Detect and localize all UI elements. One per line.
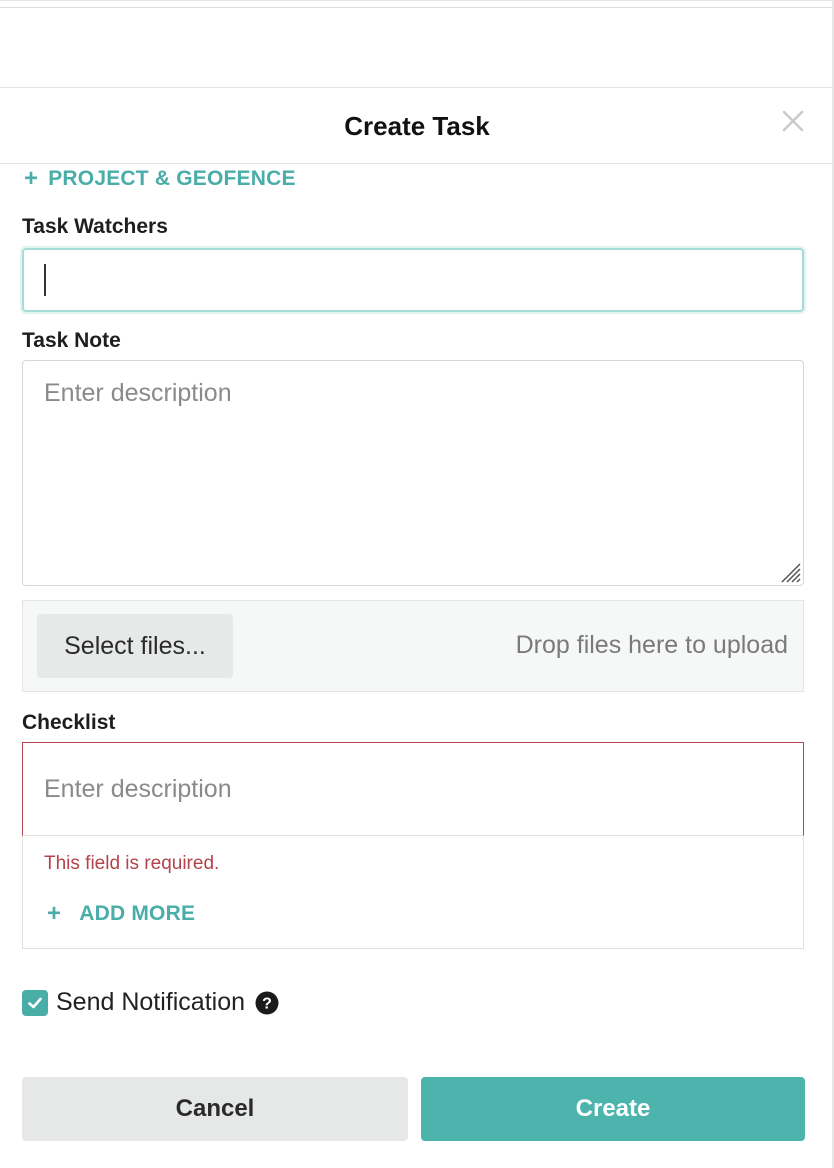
cancel-button[interactable]: Cancel [22,1077,408,1141]
plus-icon: + [24,165,39,192]
send-notification-checkbox[interactable] [22,989,48,1016]
project-geofence-link[interactable]: + PROJECT & GEOFENCE [24,167,296,191]
add-more-label: ADD MORE [79,902,196,925]
text-caret [44,264,46,296]
resize-handle-icon[interactable] [776,558,802,584]
close-icon[interactable] [778,106,808,136]
project-geofence-label: PROJECT & GEOFENCE [48,167,296,190]
dialog-header: Create Task [0,88,834,164]
select-files-button[interactable]: Select files... [37,614,233,678]
svg-text:?: ? [262,995,272,1012]
task-watchers-input[interactable] [22,248,804,312]
checklist-error-message: This field is required. [44,853,220,874]
checklist-item-input[interactable] [22,742,804,836]
drop-files-hint: Drop files here to upload [515,631,788,659]
backdrop-header-strip [0,0,834,88]
send-notification-label: Send Notification [56,988,246,1016]
plus-icon: + [47,900,62,927]
task-note-textarea[interactable] [22,360,804,586]
task-watchers-label: Task Watchers [22,215,168,238]
question-circle-icon[interactable]: ? [255,991,279,1015]
file-upload-dropzone[interactable]: Select files... Drop files here to uploa… [22,600,804,692]
dialog-title: Create Task [344,111,490,141]
task-note-label: Task Note [22,329,121,352]
create-button[interactable]: Create [421,1077,805,1141]
add-more-link[interactable]: + ADD MORE [47,902,195,926]
checkmark-icon [28,997,42,1008]
send-notification-row: Send Notification ? [22,988,279,1017]
checklist-label: Checklist [22,711,116,734]
